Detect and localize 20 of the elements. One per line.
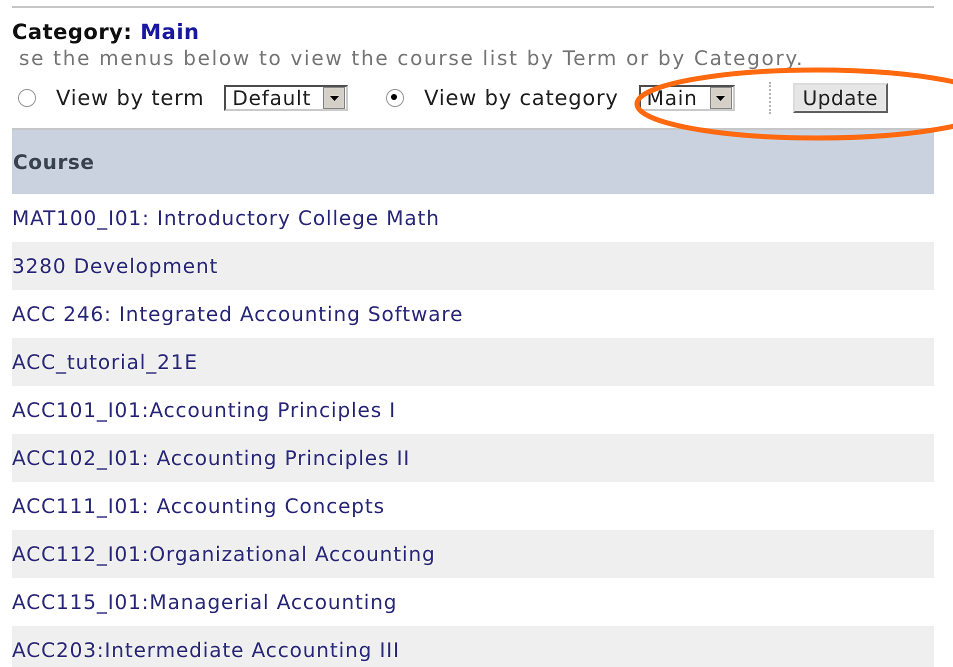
- category-value: Main: [140, 19, 200, 46]
- dropdown[interactable]: Main: [638, 85, 735, 111]
- course-link[interactable]: ACC_tutorial_21E: [12, 350, 198, 374]
- course-link[interactable]: ACC115_I01:Managerial Accounting: [12, 590, 398, 614]
- radio-button[interactable]: [386, 89, 404, 107]
- course-link[interactable]: MAT100_I01: Introductory College Math: [12, 206, 440, 230]
- view-option-label: View by term: [56, 86, 204, 110]
- course-link[interactable]: 3280 Development: [12, 254, 218, 278]
- radio-button[interactable]: [18, 89, 36, 107]
- update-button[interactable]: Update: [792, 83, 888, 113]
- course-link[interactable]: ACC 246: Integrated Accounting Software: [12, 302, 464, 326]
- course-link[interactable]: ACC111_I01: Accounting Concepts: [12, 494, 385, 518]
- dropdown-arrow-icon: [716, 96, 726, 100]
- column-header: Course: [12, 130, 934, 194]
- view-option-label: View by category: [424, 86, 619, 110]
- course-link[interactable]: ACC101_I01:Accounting Principles I: [12, 398, 396, 422]
- dropdown[interactable]: Default: [224, 85, 348, 111]
- instructions-text: se the menus below to view the course list by Term or by Category.: [19, 46, 806, 70]
- dropdown-arrow-icon: [330, 96, 339, 100]
- category-label: Category:: [12, 19, 132, 46]
